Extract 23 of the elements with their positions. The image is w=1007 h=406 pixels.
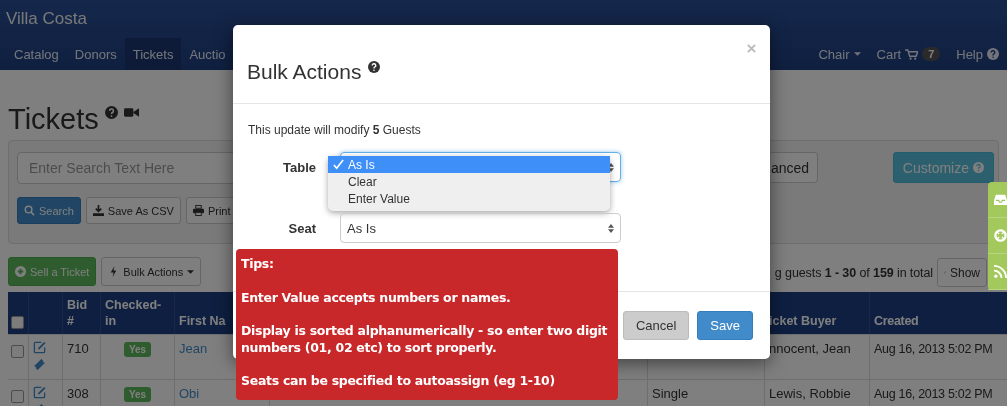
tips-title: Tips: [241, 255, 275, 272]
table-cell: 710 [67, 341, 89, 356]
table-cell: Aug 16, 2013 5:02 PM [874, 342, 993, 356]
tip-text: Display is sorted alphanumerically - so enter two digit numbers (01, 02 etc) to sort properly. [241, 322, 609, 356]
table-cell: Single [652, 386, 689, 401]
table-cell: Lewis, Robbie [769, 386, 851, 401]
page-title: Tickets [8, 105, 99, 134]
checked-in-label: Yes [123, 387, 152, 402]
results-summary: g guests 1 - 30 of 159 in total [774, 265, 933, 280]
field-label: Table [282, 159, 317, 175]
update-message: This update will modify 5 Guests [248, 123, 422, 137]
table-cell: Aug 16, 2013 5:02 PM [874, 387, 993, 401]
dialog-title: Bulk Actions [247, 59, 362, 85]
table-cell: 308 [67, 386, 89, 401]
tip-text: Seats can be specified to autoassign (eg 1-10) [241, 372, 556, 389]
table-cell: nnocent, Jean [769, 341, 851, 356]
checked-in-label: Yes [123, 342, 152, 357]
nav-label: Chair [818, 46, 850, 62]
nav-label: Cart [876, 46, 902, 62]
cart-count-badge: 7 [922, 47, 941, 61]
nav-label: Help [956, 46, 983, 62]
field-label: Seat [287, 220, 317, 236]
tip-text: Enter Value accepts numbers or names. [241, 289, 512, 306]
